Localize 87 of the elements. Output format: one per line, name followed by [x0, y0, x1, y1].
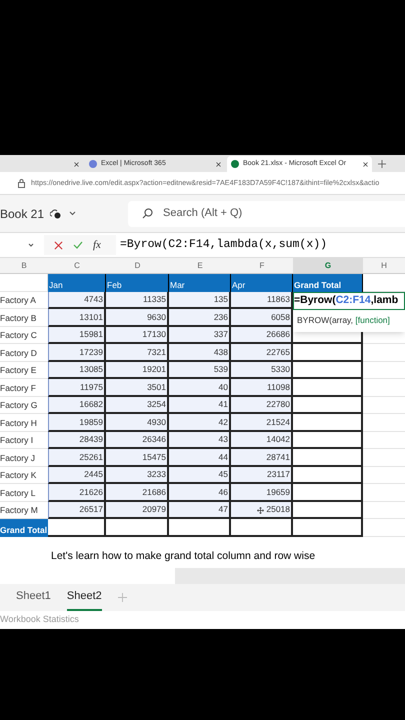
table-cell: 17130	[106, 326, 169, 344]
table-cell: 3501	[106, 379, 169, 396]
table-cell: 23117	[231, 466, 293, 484]
table-cell: 21524	[231, 414, 293, 432]
function-tooltip: BYROW(array, [function]	[293, 310, 405, 332]
column-header[interactable]: B	[0, 258, 48, 273]
table-cell: 28741	[231, 449, 293, 466]
search-icon	[142, 208, 154, 219]
table-cell: 19859	[48, 414, 106, 432]
column-header[interactable]: C	[48, 258, 106, 273]
close-icon[interactable]	[363, 162, 368, 166]
table-cell: 135	[169, 292, 231, 309]
column-heading-cell: Apr	[231, 274, 293, 292]
table-cell: 15475	[106, 449, 169, 466]
table-cell: 6058	[231, 309, 293, 326]
table-cell: 42	[169, 414, 231, 432]
table-cell: 15981	[48, 326, 106, 344]
table-cell: 26517	[48, 502, 106, 519]
caption-text: Let's learn how to make grand total column and row wise	[51, 548, 316, 564]
table-cell: 41	[169, 396, 231, 414]
table-cell: 13101	[48, 309, 106, 326]
column-header[interactable]: F	[231, 258, 293, 273]
table-cell: 11975	[48, 379, 106, 396]
table-cell: 45	[169, 466, 231, 484]
column-heading-cell: Jan	[48, 274, 106, 292]
table-cell: 11335	[106, 292, 169, 309]
cancel-icon[interactable]	[54, 240, 63, 250]
table-cell: 13085	[48, 362, 106, 379]
column-heading-cell: Grand Total	[293, 274, 363, 292]
table-cell: 26346	[106, 432, 169, 449]
table-cell: 28439	[48, 432, 106, 449]
close-icon[interactable]	[74, 162, 79, 166]
grand-total-label-cell: Grand Total	[0, 519, 48, 536]
table-cell: 26686	[231, 326, 293, 344]
table-cell: 14042	[231, 432, 293, 449]
excel-logo-icon	[231, 160, 239, 168]
chevron-down-icon[interactable]	[28, 243, 34, 247]
table-cell: 3254	[106, 396, 169, 414]
table-cell: 3233	[106, 466, 169, 484]
column-heading-cell: Feb	[106, 274, 169, 292]
column-heading-cell: Mar	[169, 274, 231, 292]
search-field[interactable]: Search (Alt + Q)	[128, 200, 405, 226]
check-icon[interactable]	[73, 241, 83, 249]
table-cell: 16682	[48, 396, 106, 414]
table-cell: 5330	[231, 362, 293, 379]
cloud-check-icon	[50, 208, 62, 218]
chevron-down-icon[interactable]	[69, 211, 76, 216]
column-header[interactable]: H	[363, 258, 405, 273]
move-cursor-icon	[257, 507, 264, 514]
sheet-tab[interactable]: Sheet1	[16, 584, 51, 610]
table-cell: 337	[169, 326, 231, 344]
table-cell: 25018	[231, 502, 293, 519]
insert-function-button[interactable]: fx	[93, 236, 101, 254]
table-cell: 46	[169, 484, 231, 502]
table-cell: 47	[169, 502, 231, 519]
table-cell: 20979	[106, 502, 169, 519]
close-icon[interactable]	[216, 162, 221, 166]
plus-icon[interactable]	[378, 160, 386, 168]
table-cell: 9630	[106, 309, 169, 326]
table-cell: 19201	[106, 362, 169, 379]
document-title[interactable]: Book 21	[0, 204, 44, 222]
cell-editor[interactable]: =Byrow(C2:F14,lamb	[293, 292, 405, 310]
table-cell: 25261	[48, 449, 106, 466]
table-cell: 19659	[231, 484, 293, 502]
table-cell: 438	[169, 344, 231, 362]
table-cell: 21626	[48, 484, 106, 502]
table-cell: 2445	[48, 466, 106, 484]
app-logo-icon	[89, 160, 97, 168]
table-cell: 11098	[231, 379, 293, 396]
table-cell: 22765	[231, 344, 293, 362]
table-cell: 7321	[106, 344, 169, 362]
table-cell: 236	[169, 309, 231, 326]
column-header[interactable]: G	[293, 258, 363, 273]
table-cell: 17239	[48, 344, 106, 362]
table-cell: 21686	[106, 484, 169, 502]
column-header[interactable]: E	[169, 258, 231, 273]
table-cell: 22780	[231, 396, 293, 414]
table-cell: 43	[169, 432, 231, 449]
table-cell: 40	[169, 379, 231, 396]
formula-input[interactable]: =Byrow(C2:F14,lambda(x,sum(x))	[120, 236, 328, 254]
table-cell: 4930	[106, 414, 169, 432]
table-cell: 4743	[48, 292, 106, 309]
column-header[interactable]: D	[106, 258, 169, 273]
table-cell: 539	[169, 362, 231, 379]
table-cell: 44	[169, 449, 231, 466]
lock-icon	[18, 178, 25, 188]
table-cell: 11863	[231, 292, 293, 309]
